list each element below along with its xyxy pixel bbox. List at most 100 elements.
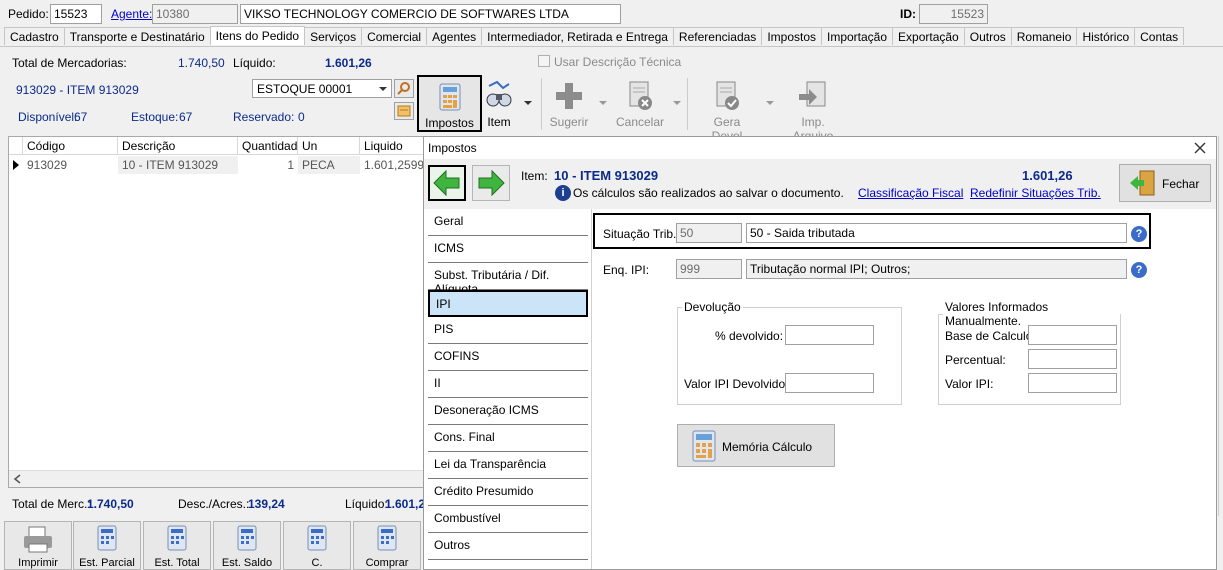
menu-item-combustivel[interactable]: Combustível	[428, 506, 588, 533]
items-grid[interactable]: Código Descrição Quantidade Un Liquido 9…	[8, 136, 424, 488]
tab-outros[interactable]: Outros	[963, 27, 1012, 45]
menu-item-desoneracao-icms[interactable]: Desoneração ICMS	[428, 398, 588, 425]
tab-agentes[interactable]: Agentes	[426, 27, 483, 45]
tab-romaneio[interactable]: Romaneio	[1010, 27, 1078, 45]
percentual-label: Percentual:	[945, 353, 1006, 367]
menu-item-credito-presumido[interactable]: Crédito Presumido	[428, 479, 588, 506]
impostos-button[interactable]: Impostos	[417, 75, 482, 132]
tab-contas[interactable]: Contas	[1134, 27, 1185, 45]
note-button[interactable]	[394, 102, 414, 120]
item-button-label: Item	[487, 115, 511, 129]
agente-link[interactable]: Agente:	[111, 7, 152, 21]
c-fornecedor-button[interactable]: C. Fornecedor	[283, 521, 351, 570]
item-button[interactable]: Item	[483, 80, 515, 129]
menu-item-cofins[interactable]: COFINS	[428, 344, 588, 371]
impostos-dialog: Impostos Item: 10 - ITEM 913029 1.601,26…	[423, 136, 1217, 570]
cell-quantidade: 1	[287, 158, 294, 172]
classificacao-fiscal-link[interactable]: Classificação Fiscal	[858, 186, 963, 200]
prev-item-button[interactable]	[428, 165, 466, 201]
footer-desc-acres-value: 139,24	[248, 497, 285, 511]
footer-total-merc-value: 1.740,50	[87, 497, 134, 511]
printer-icon	[24, 526, 52, 553]
tab-impostos[interactable]: Impostos	[761, 27, 822, 45]
enq-ipi-code[interactable]	[676, 259, 742, 279]
tab-comercial[interactable]: Comercial	[361, 27, 428, 45]
search-button[interactable]	[394, 79, 414, 98]
menu-item-geral[interactable]: Geral	[428, 209, 588, 236]
menu-item-ii[interactable]: II	[428, 371, 588, 398]
tab-itens-do-pedido[interactable]: Itens do Pedido	[209, 26, 306, 45]
sugerir-button[interactable]: Sugerir	[548, 80, 590, 129]
menu-item-lei-da-transparencia[interactable]: Lei da Transparência	[428, 452, 588, 479]
menu-item-pis[interactable]: PIS	[428, 317, 588, 344]
total-merc-label: Total de Mercadorias:	[12, 56, 127, 70]
col-liquido[interactable]: Liquido	[360, 137, 424, 155]
menu-item-ipi[interactable]: IPI	[428, 290, 588, 317]
fechar-button[interactable]: Fechar	[1119, 164, 1211, 202]
tab-cadastro[interactable]: Cadastro	[4, 27, 65, 45]
col-codigo[interactable]: Código	[23, 137, 118, 155]
pedido-field[interactable]	[50, 4, 102, 24]
next-item-button[interactable]	[472, 165, 510, 201]
situacao-trib-desc[interactable]	[746, 223, 1127, 243]
col-quantidade[interactable]: Quantidade	[238, 137, 304, 155]
id-field[interactable]	[919, 4, 988, 24]
base-calculo-input[interactable]	[1028, 325, 1117, 345]
valor-ipi-devolvido-input[interactable]	[785, 373, 874, 393]
pedido-label: Pedido:	[8, 7, 49, 21]
est-saldo-button[interactable]: Est. Saldo	[213, 521, 281, 570]
col-descricao[interactable]: Descrição	[118, 137, 238, 155]
memoria-calculo-button[interactable]: Memória Cálculo	[677, 424, 835, 467]
tab-transporte-e-destinatario[interactable]: Transporte e Destinatário	[63, 27, 211, 45]
enq-help-icon[interactable]: ?	[1131, 262, 1147, 278]
est-parcial-button[interactable]: Est. Parcial	[73, 521, 141, 570]
arrow-left-icon	[433, 169, 460, 197]
table-row[interactable]: 913029 10 - ITEM 913029 1 PECA 1.601,259…	[9, 156, 424, 174]
horizontal-scrollbar[interactable]	[9, 470, 424, 487]
percentual-input[interactable]	[1028, 349, 1117, 369]
calculator-icon	[377, 525, 397, 551]
est-total-button[interactable]: Est. Total	[143, 521, 211, 570]
col-un[interactable]: Un	[298, 137, 360, 155]
imp-arquivo-button[interactable]: Imp. Arquivo	[780, 80, 846, 143]
tab-intermediador-retirada-e-entrega[interactable]: Intermediador, Retirada e Entrega	[481, 27, 674, 45]
menu-item-subst-tributaria-dif-aliquota[interactable]: Subst. Tributária / Dif. Alíquota	[428, 263, 588, 296]
estoque-select[interactable]: ESTOQUE 00001	[252, 79, 392, 98]
tab-importacao[interactable]: Importação	[821, 27, 894, 45]
situacao-trib-code[interactable]	[676, 223, 742, 243]
cancelar-dropdown-caret[interactable]	[673, 101, 681, 105]
enq-ipi-desc[interactable]	[746, 259, 1127, 279]
arrow-right-icon	[478, 169, 505, 197]
toolbar-divider	[541, 78, 542, 130]
menu-item-cons-final[interactable]: Cons. Final	[428, 425, 588, 452]
redefinir-situacoes-link[interactable]: Redefinir Situações Trib.	[970, 186, 1101, 200]
calculator-icon	[307, 525, 327, 551]
imprimir-button-label: Imprimir	[18, 557, 58, 569]
tab-referenciadas[interactable]: Referenciadas	[672, 27, 763, 45]
agente-code-field[interactable]	[152, 4, 238, 24]
item-dropdown-caret[interactable]	[524, 101, 532, 105]
valor-ipi-input[interactable]	[1028, 373, 1117, 393]
item-label: Item:	[521, 169, 548, 183]
close-icon[interactable]	[1193, 141, 1207, 155]
gera-devol-button[interactable]: Gera Devol	[697, 80, 757, 143]
pct-devolvido-input[interactable]	[785, 325, 874, 345]
vertical-scrollbar[interactable]	[1218, 136, 1223, 516]
cancelar-button[interactable]: Cancelar	[612, 80, 668, 129]
comprar-button[interactable]: Comprar	[353, 521, 421, 570]
situacao-help-icon[interactable]: ?	[1131, 226, 1147, 242]
scroll-left-icon[interactable]	[13, 474, 23, 484]
info-icon: i	[555, 185, 571, 201]
gera-devol-dropdown-caret[interactable]	[766, 101, 774, 105]
usar-desc-checkbox[interactable]	[538, 55, 550, 67]
tab-exportacao[interactable]: Exportação	[892, 27, 965, 45]
tab-servicos[interactable]: Serviços	[304, 27, 363, 45]
imprimir-button[interactable]: Imprimir	[4, 521, 72, 570]
sugerir-dropdown-caret[interactable]	[599, 101, 607, 105]
agente-name-field[interactable]	[240, 4, 621, 24]
menu-item-outros[interactable]: Outros	[428, 533, 588, 560]
memoria-calculo-label: Memória Cálculo	[722, 440, 813, 454]
menu-item-icms[interactable]: ICMS	[428, 236, 588, 263]
chevron-down-icon	[379, 87, 387, 91]
tab-historico[interactable]: Histórico	[1076, 27, 1136, 45]
